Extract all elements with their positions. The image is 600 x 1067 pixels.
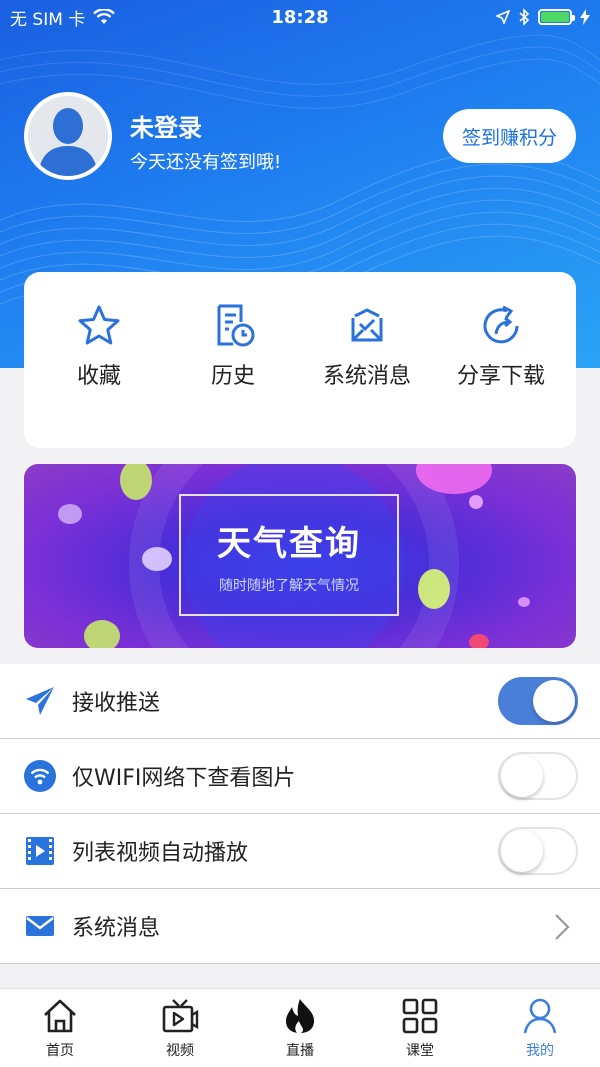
wifi-only-toggle[interactable] [498, 752, 578, 800]
username[interactable]: 未登录 [130, 108, 202, 143]
push-toggle[interactable] [498, 677, 578, 725]
quick-action-label: 历史 [210, 364, 255, 389]
charging-bolt-icon [580, 9, 590, 25]
setting-label: 仅WIFI网络下查看图片 [72, 766, 296, 791]
setting-label: 列表视频自动播放 [72, 841, 249, 866]
quick-action-favorites[interactable]: 收藏 [30, 302, 168, 390]
history-icon [217, 304, 255, 347]
tab-video[interactable]: 视频 [120, 989, 240, 1067]
paper-plane-icon [26, 687, 54, 715]
tab-bar: 首页 视频 直播 课堂 我的 [0, 988, 600, 1067]
quick-action-label: 收藏 [76, 364, 121, 389]
banner-title: 天气查询 [217, 523, 361, 564]
tab-mine[interactable]: 我的 [480, 989, 600, 1067]
tv-icon [162, 999, 199, 1033]
default-avatar-icon [28, 96, 108, 176]
tab-label: 我的 [526, 1043, 554, 1059]
signin-hint: 今天还没有签到哦! [130, 152, 282, 173]
video-icon [26, 837, 54, 865]
autoplay-toggle[interactable] [498, 827, 578, 875]
tab-label: 视频 [166, 1043, 194, 1059]
wifi-icon [24, 760, 56, 792]
battery-icon [538, 9, 575, 25]
tab-label: 首页 [46, 1043, 74, 1059]
location-arrow-icon [496, 10, 510, 24]
setting-label: 系统消息 [72, 916, 161, 941]
quick-action-label: 分享下载 [456, 364, 545, 389]
weather-banner[interactable]: 天气查询 随时随地了解天气情况 [24, 464, 576, 648]
share-icon [483, 305, 519, 344]
quick-action-messages[interactable]: 系统消息 [298, 302, 436, 390]
quick-action-label: 系统消息 [322, 364, 411, 389]
quick-action-history[interactable]: 历史 [164, 302, 302, 390]
setting-row-push[interactable]: 接收推送 [0, 664, 600, 739]
star-icon [78, 305, 120, 345]
quick-action-share[interactable]: 分享下载 [432, 302, 570, 390]
flame-icon [286, 999, 314, 1033]
setting-row-wifi-only[interactable]: 仅WIFI网络下查看图片 [0, 739, 600, 814]
tab-label: 课堂 [406, 1043, 434, 1059]
tab-home[interactable]: 首页 [0, 989, 120, 1067]
tab-label: 直播 [286, 1043, 314, 1059]
signin-button[interactable]: 签到赚积分 [443, 109, 576, 163]
carrier-label: 无 SIM 卡 [10, 9, 86, 30]
home-icon [44, 999, 76, 1033]
chevron-right-icon [555, 914, 570, 940]
wifi-signal-icon [93, 9, 116, 24]
mail-icon [26, 916, 54, 936]
bluetooth-icon [519, 8, 530, 26]
avatar[interactable] [24, 92, 112, 180]
setting-label: 接收推送 [72, 691, 161, 716]
banner-frame: 天气查询 随时随地了解天气情况 [179, 494, 399, 616]
settings-list: 接收推送 仅WIFI网络下查看图片 列表视频自动播放 系统消息 [0, 664, 600, 964]
setting-row-autoplay[interactable]: 列表视频自动播放 [0, 814, 600, 889]
tab-live[interactable]: 直播 [240, 989, 360, 1067]
status-bar: 无 SIM 卡 18:28 [0, 0, 600, 34]
person-icon [523, 998, 557, 1034]
banner-subtitle: 随时随地了解天气情况 [219, 577, 359, 594]
message-icon [351, 308, 383, 342]
quick-actions-card: 收藏 历史 系统消息 分享下载 [24, 272, 576, 448]
setting-row-messages[interactable]: 系统消息 [0, 889, 600, 964]
tab-classroom[interactable]: 课堂 [360, 989, 480, 1067]
grid-icon [402, 998, 438, 1034]
